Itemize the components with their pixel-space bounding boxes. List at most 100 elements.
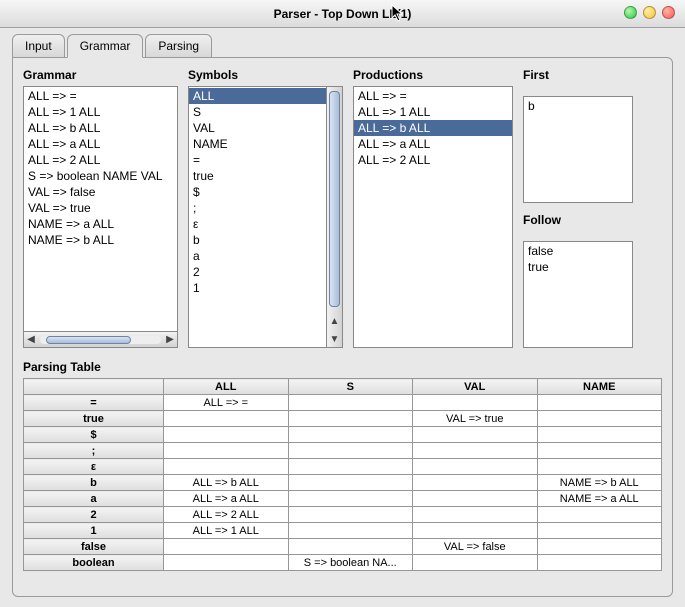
scroll-down-icon[interactable]: ▼	[327, 334, 342, 345]
table-cell[interactable]	[413, 459, 538, 475]
table-cell[interactable]	[288, 491, 413, 507]
table-row-header[interactable]: b	[24, 475, 164, 491]
scroll-up-icon[interactable]: ▲	[327, 316, 342, 327]
list-item[interactable]: ALL => =	[24, 88, 177, 104]
table-cell[interactable]: ALL => =	[164, 395, 289, 411]
list-item[interactable]: ALL	[189, 88, 326, 104]
table-cell[interactable]	[537, 459, 662, 475]
list-item[interactable]: ALL => 1 ALL	[354, 104, 512, 120]
parsing-table[interactable]: ALLSVALNAME=ALL => =trueVAL => true$;εbA…	[23, 378, 662, 571]
table-row-header[interactable]: 2	[24, 507, 164, 523]
table-row-header[interactable]: true	[24, 411, 164, 427]
table-cell[interactable]	[413, 491, 538, 507]
table-cell[interactable]	[288, 443, 413, 459]
list-item[interactable]: $	[189, 184, 326, 200]
list-item[interactable]: 2	[189, 264, 326, 280]
list-item[interactable]: VAL => false	[24, 184, 177, 200]
table-col-header[interactable]: S	[288, 379, 413, 395]
follow-list[interactable]: falsetrue	[523, 241, 633, 348]
table-cell[interactable]	[288, 427, 413, 443]
list-item[interactable]: ALL => a ALL	[24, 136, 177, 152]
list-item[interactable]: ALL => a ALL	[354, 136, 512, 152]
list-item[interactable]: 1	[189, 280, 326, 296]
list-item[interactable]: ALL => 2 ALL	[24, 152, 177, 168]
table-col-header[interactable]: ALL	[164, 379, 289, 395]
list-item[interactable]: =	[189, 152, 326, 168]
table-cell[interactable]	[288, 507, 413, 523]
tab-input[interactable]: Input	[12, 34, 65, 58]
table-cell[interactable]	[537, 523, 662, 539]
table-cell[interactable]	[413, 507, 538, 523]
table-cell[interactable]	[164, 443, 289, 459]
table-cell[interactable]	[413, 443, 538, 459]
table-cell[interactable]: NAME => b ALL	[537, 475, 662, 491]
list-item[interactable]: false	[524, 243, 632, 259]
table-cell[interactable]	[164, 555, 289, 571]
table-cell[interactable]	[288, 539, 413, 555]
table-cell[interactable]	[413, 475, 538, 491]
list-item[interactable]: VAL => true	[24, 200, 177, 216]
minimize-button[interactable]	[624, 6, 637, 19]
table-row-header[interactable]: boolean	[24, 555, 164, 571]
table-col-header[interactable]: NAME	[537, 379, 662, 395]
table-cell[interactable]	[413, 395, 538, 411]
list-item[interactable]: NAME => b ALL	[24, 232, 177, 248]
table-cell[interactable]	[164, 411, 289, 427]
list-item[interactable]: ALL => 1 ALL	[24, 104, 177, 120]
first-list[interactable]: b	[523, 96, 633, 203]
list-item[interactable]: ε	[189, 216, 326, 232]
zoom-button[interactable]	[643, 6, 656, 19]
table-cell[interactable]	[288, 411, 413, 427]
list-item[interactable]: true	[524, 259, 632, 275]
table-cell[interactable]	[164, 539, 289, 555]
table-row-header[interactable]: a	[24, 491, 164, 507]
table-cell[interactable]	[537, 443, 662, 459]
table-cell[interactable]	[537, 507, 662, 523]
table-cell[interactable]: ALL => 2 ALL	[164, 507, 289, 523]
table-cell[interactable]	[413, 523, 538, 539]
list-item[interactable]: true	[189, 168, 326, 184]
scroll-right-icon[interactable]: ▶	[163, 334, 177, 345]
table-row-header[interactable]: false	[24, 539, 164, 555]
tab-grammar[interactable]: Grammar	[67, 34, 144, 58]
scroll-left-icon[interactable]: ◀	[24, 334, 38, 345]
table-cell[interactable]: VAL => false	[413, 539, 538, 555]
list-item[interactable]: S => boolean NAME VAL	[24, 168, 177, 184]
table-cell[interactable]: NAME => a ALL	[537, 491, 662, 507]
table-col-header[interactable]: VAL	[413, 379, 538, 395]
list-item[interactable]: S	[189, 104, 326, 120]
list-item[interactable]: ALL => b ALL	[24, 120, 177, 136]
table-cell[interactable]: ALL => a ALL	[164, 491, 289, 507]
table-cell[interactable]	[288, 395, 413, 411]
grammar-hscroll[interactable]: ◀ ▶	[23, 332, 178, 348]
list-item[interactable]: ALL => =	[354, 88, 512, 104]
list-item[interactable]: VAL	[189, 120, 326, 136]
table-row-header[interactable]: ;	[24, 443, 164, 459]
grammar-list[interactable]: ALL => =ALL => 1 ALLALL => b ALLALL => a…	[23, 86, 178, 332]
close-button[interactable]	[662, 6, 675, 19]
table-cell[interactable]	[537, 411, 662, 427]
table-cell[interactable]	[164, 427, 289, 443]
list-item[interactable]: b	[524, 98, 632, 114]
table-cell[interactable]	[288, 459, 413, 475]
table-row-header[interactable]: 1	[24, 523, 164, 539]
list-item[interactable]: a	[189, 248, 326, 264]
list-item[interactable]: ALL => 2 ALL	[354, 152, 512, 168]
table-cell[interactable]	[164, 459, 289, 475]
scroll-thumb[interactable]	[329, 91, 340, 307]
symbols-vscroll[interactable]: ▲ ▼	[327, 86, 343, 348]
table-cell[interactable]: VAL => true	[413, 411, 538, 427]
table-cell[interactable]	[537, 539, 662, 555]
scroll-thumb[interactable]	[46, 336, 131, 344]
table-cell[interactable]	[537, 427, 662, 443]
list-item[interactable]: ALL => b ALL	[354, 120, 512, 136]
list-item[interactable]: NAME	[189, 136, 326, 152]
list-item[interactable]: ;	[189, 200, 326, 216]
table-cell[interactable]: ALL => 1 ALL	[164, 523, 289, 539]
productions-list[interactable]: ALL => =ALL => 1 ALLALL => b ALLALL => a…	[353, 86, 513, 348]
table-cell[interactable]	[537, 395, 662, 411]
table-row-header[interactable]: =	[24, 395, 164, 411]
table-row-header[interactable]: $	[24, 427, 164, 443]
list-item[interactable]: NAME => a ALL	[24, 216, 177, 232]
symbols-list[interactable]: ALLSVALNAME=true$;εba21	[188, 86, 327, 348]
